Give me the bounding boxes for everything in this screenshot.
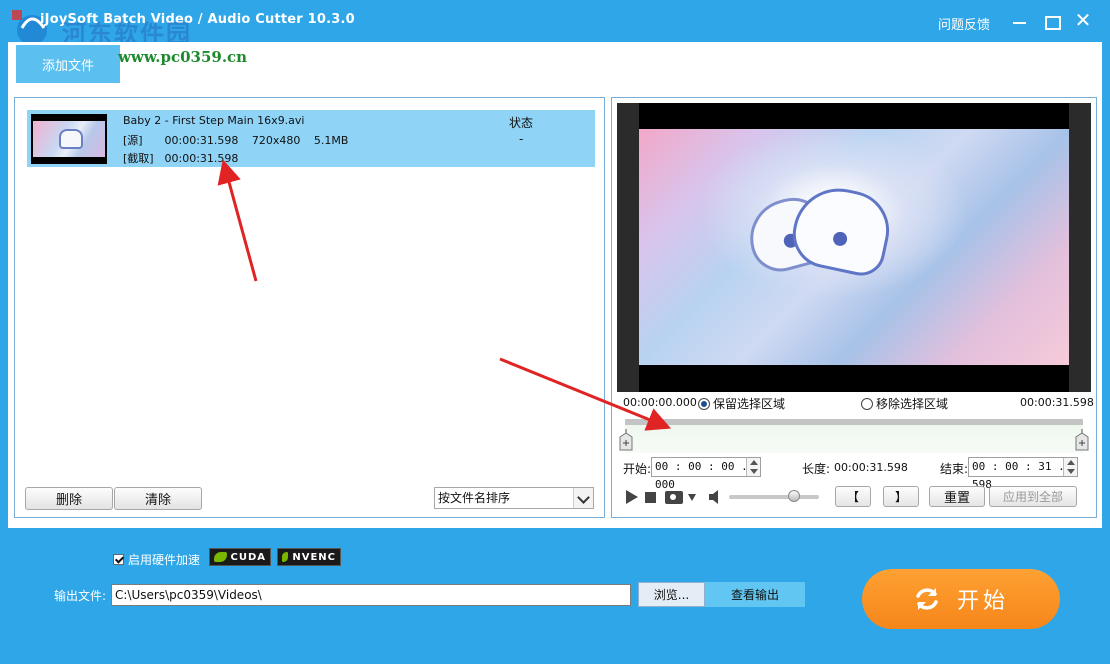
mark-in-button[interactable]: 【 bbox=[835, 486, 871, 507]
play-icon[interactable] bbox=[626, 490, 638, 504]
start-time-label: 开始: bbox=[623, 462, 652, 476]
delete-button[interactable]: 删除 bbox=[25, 487, 113, 510]
source-label: [源] bbox=[123, 134, 143, 147]
length-value: 00:00:31.598 bbox=[834, 461, 908, 474]
clip-info: [截取] 00:00:31.598 bbox=[123, 150, 248, 166]
timeline-selection bbox=[625, 425, 1083, 453]
video-player[interactable] bbox=[617, 103, 1091, 392]
clip-duration: 00:00:31.598 bbox=[164, 152, 239, 165]
timeline-start-time: 00:00:00.000 bbox=[623, 396, 697, 409]
status-column-header: 状态 bbox=[509, 116, 534, 130]
stop-icon[interactable] bbox=[645, 492, 656, 503]
start-button[interactable]: 开始 bbox=[862, 569, 1060, 629]
output-file-label: 输出文件: bbox=[54, 589, 107, 603]
sort-dropdown[interactable]: 按文件名排序 bbox=[434, 487, 594, 509]
remove-selection-radio[interactable]: 移除选择区域 bbox=[861, 395, 948, 412]
output-path-input[interactable]: C:\Users\pc0359\Videos\ bbox=[111, 584, 631, 606]
start-time-input[interactable]: 00 : 00 : 00 . 000 bbox=[651, 457, 761, 491]
checkbox-checked-icon[interactable] bbox=[113, 554, 124, 565]
length-label: 长度: bbox=[802, 462, 831, 476]
source-size: 5.1MB bbox=[313, 134, 349, 147]
radio-checked-icon[interactable] bbox=[698, 397, 710, 410]
hardware-acceleration-checkbox[interactable]: 启用硬件加速 bbox=[113, 551, 200, 568]
start-time-spinner[interactable] bbox=[746, 458, 760, 476]
start-button-label: 开始 bbox=[956, 589, 1009, 614]
mark-out-button[interactable]: 】 bbox=[883, 486, 919, 507]
end-time-label: 结束: bbox=[940, 462, 969, 476]
start-handle-icon[interactable] bbox=[619, 429, 633, 451]
end-time-spinner[interactable] bbox=[1063, 458, 1077, 476]
view-output-button[interactable]: 查看输出 bbox=[705, 582, 805, 607]
camera-icon[interactable] bbox=[665, 491, 683, 504]
end-time-input[interactable]: 00 : 00 : 31 . 598 bbox=[968, 457, 1078, 491]
minimize-button[interactable] bbox=[1010, 10, 1032, 32]
cuda-label: CUDA bbox=[230, 551, 266, 563]
browse-button[interactable]: 浏览... bbox=[638, 582, 705, 607]
source-info: [源] 00:00:31.598 720x480 5.1MB bbox=[123, 132, 358, 148]
nvenc-label: NVENC bbox=[292, 551, 336, 563]
feedback-link[interactable]: 问题反馈 bbox=[938, 14, 990, 33]
add-file-button[interactable]: 添加文件 bbox=[16, 45, 120, 83]
timeline-end-time: 00:00:31.598 bbox=[1020, 396, 1094, 409]
nvidia-logo-icon bbox=[282, 552, 289, 562]
watermark-url: www.pc0359.cn bbox=[118, 48, 248, 66]
nvenc-badge: NVENC bbox=[277, 548, 341, 566]
keep-selection-radio[interactable]: 保留选择区域 bbox=[698, 395, 785, 412]
video-thumbnail bbox=[31, 114, 107, 164]
hardware-acceleration-label: 启用硬件加速 bbox=[128, 553, 201, 567]
refresh-icon bbox=[916, 588, 938, 610]
end-handle-icon[interactable] bbox=[1075, 429, 1089, 451]
file-list-item[interactable]: Baby 2 - First Step Main 16x9.avi 状态 - [… bbox=[27, 110, 595, 167]
file-list-panel: Baby 2 - First Step Main 16x9.avi 状态 - [… bbox=[14, 97, 605, 518]
volume-slider[interactable] bbox=[729, 495, 819, 499]
preview-panel: 00:00:00.000 保留选择区域 移除选择区域 00:00:31.598 bbox=[611, 97, 1097, 518]
reset-button[interactable]: 重置 bbox=[929, 486, 985, 507]
file-status: - bbox=[519, 132, 524, 146]
keep-selection-label: 保留选择区域 bbox=[713, 397, 786, 411]
start-time-value: 00 : 00 : 00 . 000 bbox=[655, 460, 748, 491]
maximize-button[interactable] bbox=[1041, 10, 1063, 32]
cuda-badge: CUDA bbox=[209, 548, 271, 566]
apply-to-all-button[interactable]: 应用到全部 bbox=[989, 486, 1077, 507]
volume-icon[interactable] bbox=[709, 490, 721, 504]
nvidia-logo-icon bbox=[214, 552, 227, 562]
caret-down-icon[interactable] bbox=[688, 494, 696, 501]
clip-label: [截取] bbox=[123, 152, 154, 165]
title-bar: iJoySoft Batch Video / Audio Cutter 10.3… bbox=[0, 0, 1110, 48]
file-name: Baby 2 - First Step Main 16x9.avi bbox=[123, 114, 305, 127]
sort-selected-value: 按文件名排序 bbox=[438, 491, 511, 505]
radio-unchecked-icon[interactable] bbox=[861, 397, 873, 410]
source-duration: 00:00:31.598 bbox=[164, 134, 239, 147]
clear-button[interactable]: 清除 bbox=[114, 487, 202, 510]
close-button[interactable]: ✕ bbox=[1072, 10, 1094, 32]
chevron-down-icon[interactable] bbox=[573, 488, 593, 508]
volume-slider-knob[interactable] bbox=[787, 490, 800, 502]
trim-timeline[interactable] bbox=[619, 415, 1089, 459]
video-frame-image bbox=[639, 129, 1069, 365]
remove-selection-label: 移除选择区域 bbox=[876, 397, 949, 411]
main-content: 添加文件 Baby 2 - First Step Main 16x9.avi 状… bbox=[8, 42, 1102, 528]
source-resolution: 720x480 bbox=[251, 134, 301, 147]
